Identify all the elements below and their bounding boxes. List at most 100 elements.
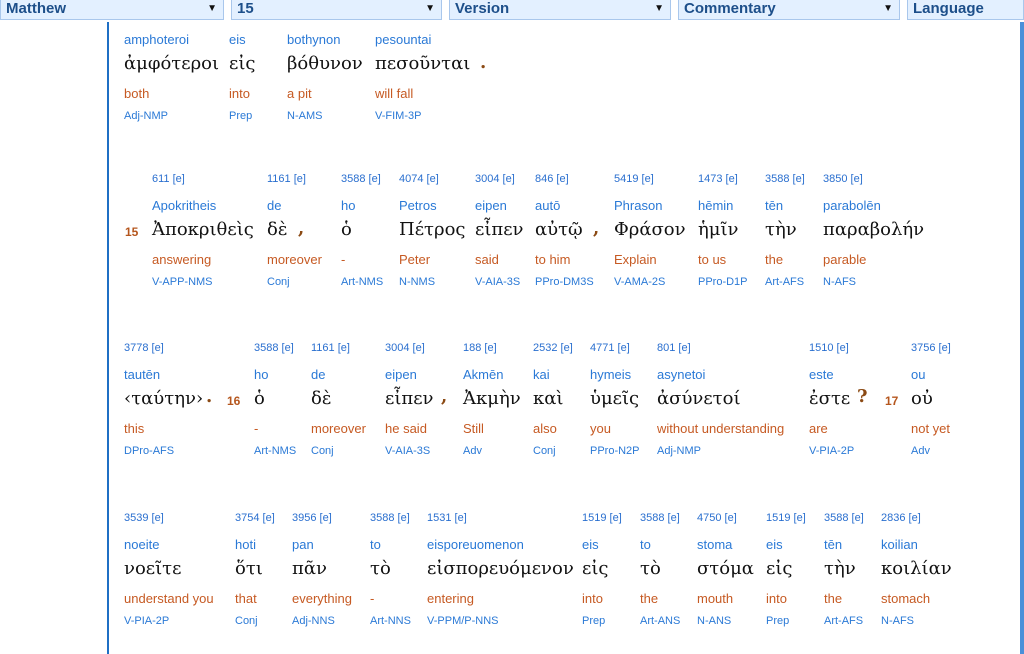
transliteration: amphoteroi: [124, 32, 190, 47]
english-gloss: that: [235, 591, 257, 606]
morphology: PPro-DM3S: [535, 276, 594, 288]
strongs-number[interactable]: 801 [e]: [657, 342, 691, 354]
morphology: PPro-D1P: [698, 276, 748, 288]
morphology: V-PPM/P-NNS: [427, 615, 499, 627]
strongs-number[interactable]: 2836 [e]: [881, 512, 921, 524]
strongs-number[interactable]: 3756 [e]: [911, 342, 951, 354]
strongs-number[interactable]: 3004 [e]: [475, 173, 515, 185]
english-gloss: the: [765, 252, 784, 267]
book-select[interactable]: Matthew ▼: [0, 0, 224, 20]
transliteration: Akmēn: [463, 367, 504, 382]
strongs-number[interactable]: 3850 [e]: [823, 173, 863, 185]
chapter-select[interactable]: 15 ▼: [231, 0, 442, 20]
english-gloss: understand you: [124, 591, 214, 606]
transliteration: ho: [254, 367, 269, 382]
transliteration: eipen: [475, 198, 507, 213]
morphology: Art-AFS: [765, 276, 805, 288]
strongs-number[interactable]: 1531 [e]: [427, 512, 467, 524]
english-gloss: into: [229, 86, 250, 101]
transliteration: eisporeuomenon: [427, 537, 524, 552]
greek-word: οὐ: [911, 388, 933, 409]
transliteration: Apokritheis: [152, 198, 217, 213]
verse-number[interactable]: 16: [227, 394, 240, 408]
strongs-number[interactable]: 1473 [e]: [698, 173, 738, 185]
punctuation: ?: [857, 386, 868, 407]
strongs-number[interactable]: 611 [e]: [152, 173, 185, 185]
chevron-down-icon: ▼: [654, 3, 664, 14]
version-select[interactable]: Version ▼: [449, 0, 671, 20]
greek-word: εἰς: [766, 558, 793, 579]
strongs-number[interactable]: 2532 [e]: [533, 342, 573, 354]
transliteration: este: [809, 367, 834, 382]
strongs-number[interactable]: 1161 [e]: [267, 173, 306, 185]
strongs-number[interactable]: 3956 [e]: [292, 512, 332, 524]
transliteration: pan: [292, 537, 314, 552]
english-gloss: moreover: [311, 421, 366, 436]
english-gloss: you: [590, 421, 611, 436]
strongs-number[interactable]: 846 [e]: [535, 173, 569, 185]
transliteration: eipen: [385, 367, 417, 382]
morphology: N-AFS: [881, 615, 914, 627]
strongs-number[interactable]: 1510 [e]: [809, 342, 849, 354]
transliteration: ou: [911, 367, 926, 382]
morphology: Prep: [229, 110, 253, 122]
punctuation: .: [206, 386, 213, 407]
transliteration: asynetoi: [657, 367, 706, 382]
transliteration: eis: [229, 32, 246, 47]
verse-number[interactable]: 17: [885, 394, 898, 408]
strongs-number[interactable]: 4750 [e]: [697, 512, 737, 524]
transliteration: hymeis: [590, 367, 632, 382]
strongs-number[interactable]: 1519 [e]: [582, 512, 622, 524]
strongs-number[interactable]: 3588 [e]: [765, 173, 805, 185]
english-gloss: to him: [535, 252, 571, 267]
english-gloss: to us: [698, 252, 727, 267]
chevron-down-icon: ▼: [425, 3, 435, 14]
strongs-number[interactable]: 5419 [e]: [614, 173, 654, 185]
transliteration: stoma: [697, 537, 733, 552]
strongs-number[interactable]: 188 [e]: [463, 342, 497, 354]
morphology: V-AMA-2S: [614, 276, 666, 288]
morphology: Adv: [911, 445, 930, 457]
morphology: N-NMS: [399, 276, 436, 288]
strongs-number[interactable]: 3778 [e]: [124, 342, 164, 354]
morphology: V-APP-NMS: [152, 276, 213, 288]
language-select[interactable]: Language: [907, 0, 1024, 20]
commentary-select[interactable]: Commentary ▼: [678, 0, 900, 20]
verse-number[interactable]: 15: [125, 225, 138, 239]
english-gloss: Peter: [399, 252, 431, 267]
strongs-number[interactable]: 4074 [e]: [399, 173, 439, 185]
strongs-number[interactable]: 3588 [e]: [341, 173, 381, 185]
strongs-number[interactable]: 3004 [e]: [385, 342, 425, 354]
greek-word: δὲ: [311, 388, 332, 409]
greek-word: στόμα: [697, 558, 754, 579]
strongs-number[interactable]: 3539 [e]: [124, 512, 164, 524]
greek-word: Φράσον: [614, 219, 686, 240]
english-gloss: not yet: [911, 421, 951, 436]
greek-word: ‹ταύτην›: [124, 388, 204, 409]
transliteration: bothynon: [287, 32, 341, 47]
strongs-number[interactable]: 1161 [e]: [311, 342, 350, 354]
morphology: Conj: [311, 445, 334, 457]
greek-word: εἶπεν: [385, 388, 434, 409]
strongs-number[interactable]: 3588 [e]: [824, 512, 864, 524]
english-gloss: also: [533, 421, 557, 436]
morphology: Adj-NMP: [657, 445, 702, 457]
english-gloss: Explain: [614, 252, 657, 267]
strongs-number[interactable]: 3588 [e]: [640, 512, 680, 524]
english-gloss: without understanding: [657, 421, 785, 436]
transliteration: ho: [341, 198, 356, 213]
morphology: V-FIM-3P: [375, 110, 422, 122]
strongs-number[interactable]: 3754 [e]: [235, 512, 275, 524]
morphology: Adj-NNS: [292, 615, 335, 627]
strongs-number[interactable]: 4771 [e]: [590, 342, 630, 354]
morphology: Conj: [267, 276, 290, 288]
strongs-number[interactable]: 3588 [e]: [370, 512, 410, 524]
english-gloss: are: [809, 421, 828, 436]
greek-word: πεσοῦνται: [375, 53, 471, 74]
strongs-number[interactable]: 3588 [e]: [254, 342, 294, 354]
transliteration: hoti: [235, 537, 256, 552]
english-gloss: Still: [463, 421, 484, 436]
punctuation: .: [480, 52, 487, 73]
strongs-number[interactable]: 1519 [e]: [766, 512, 806, 524]
morphology: Adj-NMP: [124, 110, 169, 122]
